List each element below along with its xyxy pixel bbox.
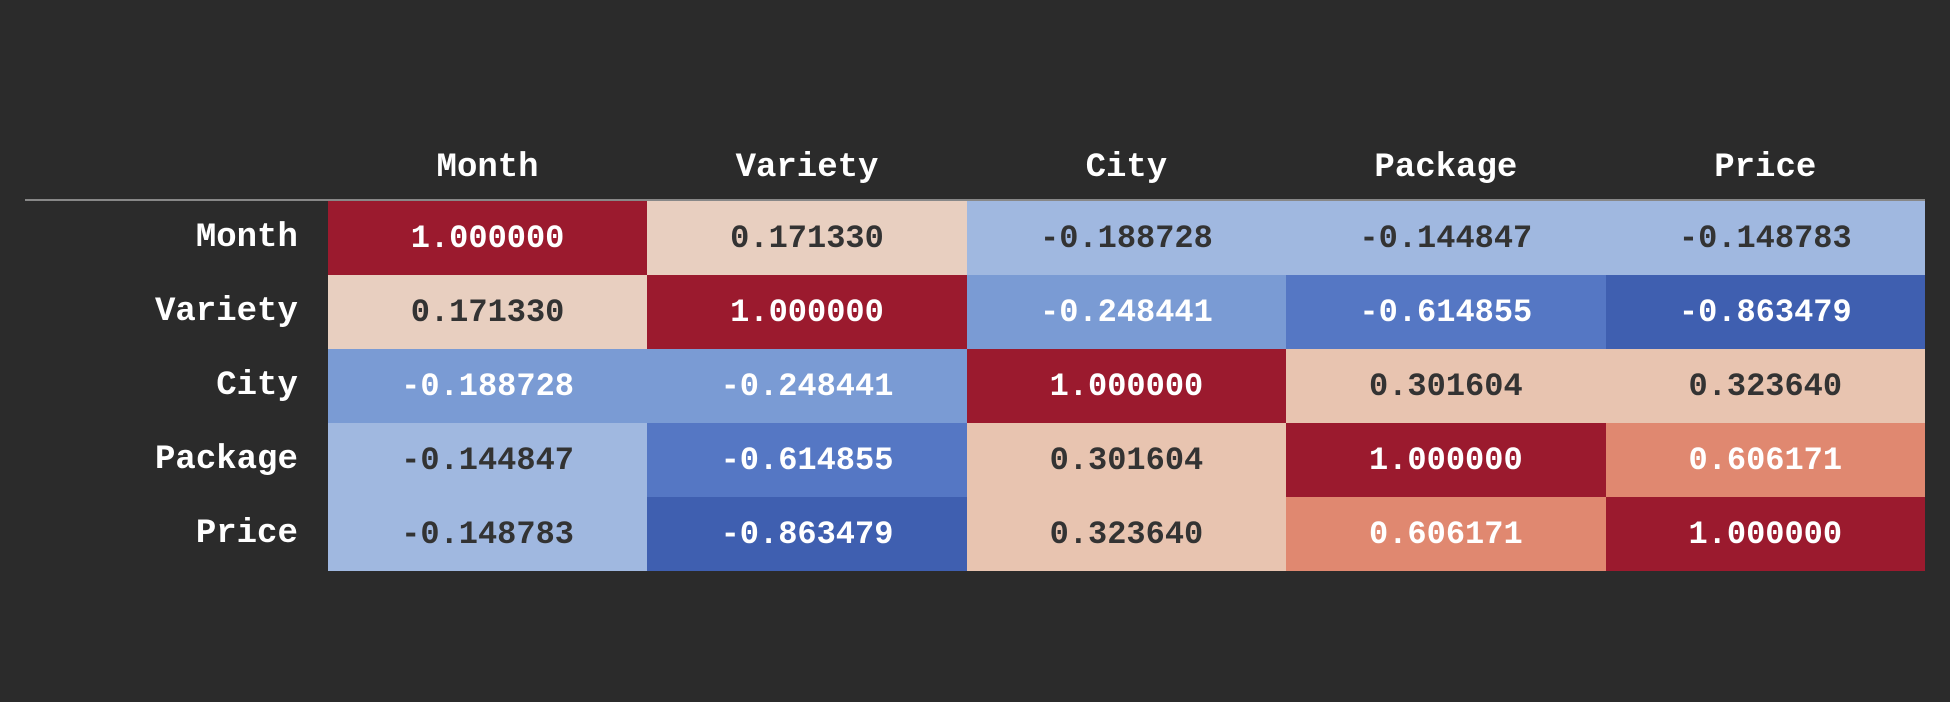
cell-r1-c2: -0.248441 bbox=[967, 275, 1286, 349]
cell-r4-c2: 0.323640 bbox=[967, 497, 1286, 571]
col-header-month: Month bbox=[328, 131, 647, 200]
cell-r2-c2: 1.000000 bbox=[967, 349, 1286, 423]
table-row: Package-0.144847-0.6148550.3016041.00000… bbox=[25, 423, 1925, 497]
cell-r2-c3: 0.301604 bbox=[1286, 349, 1605, 423]
header-row: Month Variety City Package Price bbox=[25, 131, 1925, 200]
row-label-city: City bbox=[25, 349, 328, 423]
correlation-table: Month Variety City Package Price Month1.… bbox=[25, 131, 1925, 571]
cell-r3-c0: -0.144847 bbox=[328, 423, 647, 497]
cell-r1-c3: -0.614855 bbox=[1286, 275, 1605, 349]
col-header-price: Price bbox=[1606, 131, 1925, 200]
cell-r1-c4: -0.863479 bbox=[1606, 275, 1925, 349]
empty-header bbox=[25, 131, 328, 200]
cell-r0-c3: -0.144847 bbox=[1286, 200, 1605, 275]
cell-r0-c0: 1.000000 bbox=[328, 200, 647, 275]
cell-r3-c4: 0.606171 bbox=[1606, 423, 1925, 497]
table-row: Price-0.148783-0.8634790.3236400.6061711… bbox=[25, 497, 1925, 571]
row-label-package: Package bbox=[25, 423, 328, 497]
row-label-variety: Variety bbox=[25, 275, 328, 349]
cell-r3-c1: -0.614855 bbox=[647, 423, 966, 497]
cell-r2-c0: -0.188728 bbox=[328, 349, 647, 423]
cell-r4-c4: 1.000000 bbox=[1606, 497, 1925, 571]
row-label-price: Price bbox=[25, 497, 328, 571]
cell-r3-c2: 0.301604 bbox=[967, 423, 1286, 497]
table-row: City-0.188728-0.2484411.0000000.3016040.… bbox=[25, 349, 1925, 423]
cell-r3-c3: 1.000000 bbox=[1286, 423, 1605, 497]
cell-r4-c0: -0.148783 bbox=[328, 497, 647, 571]
cell-r2-c1: -0.248441 bbox=[647, 349, 966, 423]
cell-r4-c1: -0.863479 bbox=[647, 497, 966, 571]
col-header-package: Package bbox=[1286, 131, 1605, 200]
table-row: Month1.0000000.171330-0.188728-0.144847-… bbox=[25, 200, 1925, 275]
cell-r2-c4: 0.323640 bbox=[1606, 349, 1925, 423]
cell-r0-c4: -0.148783 bbox=[1606, 200, 1925, 275]
col-header-city: City bbox=[967, 131, 1286, 200]
correlation-matrix: Month Variety City Package Price Month1.… bbox=[25, 131, 1925, 571]
cell-r1-c1: 1.000000 bbox=[647, 275, 966, 349]
cell-r4-c3: 0.606171 bbox=[1286, 497, 1605, 571]
table-row: Variety0.1713301.000000-0.248441-0.61485… bbox=[25, 275, 1925, 349]
cell-r0-c2: -0.188728 bbox=[967, 200, 1286, 275]
cell-r0-c1: 0.171330 bbox=[647, 200, 966, 275]
col-header-variety: Variety bbox=[647, 131, 966, 200]
row-label-month: Month bbox=[25, 200, 328, 275]
cell-r1-c0: 0.171330 bbox=[328, 275, 647, 349]
